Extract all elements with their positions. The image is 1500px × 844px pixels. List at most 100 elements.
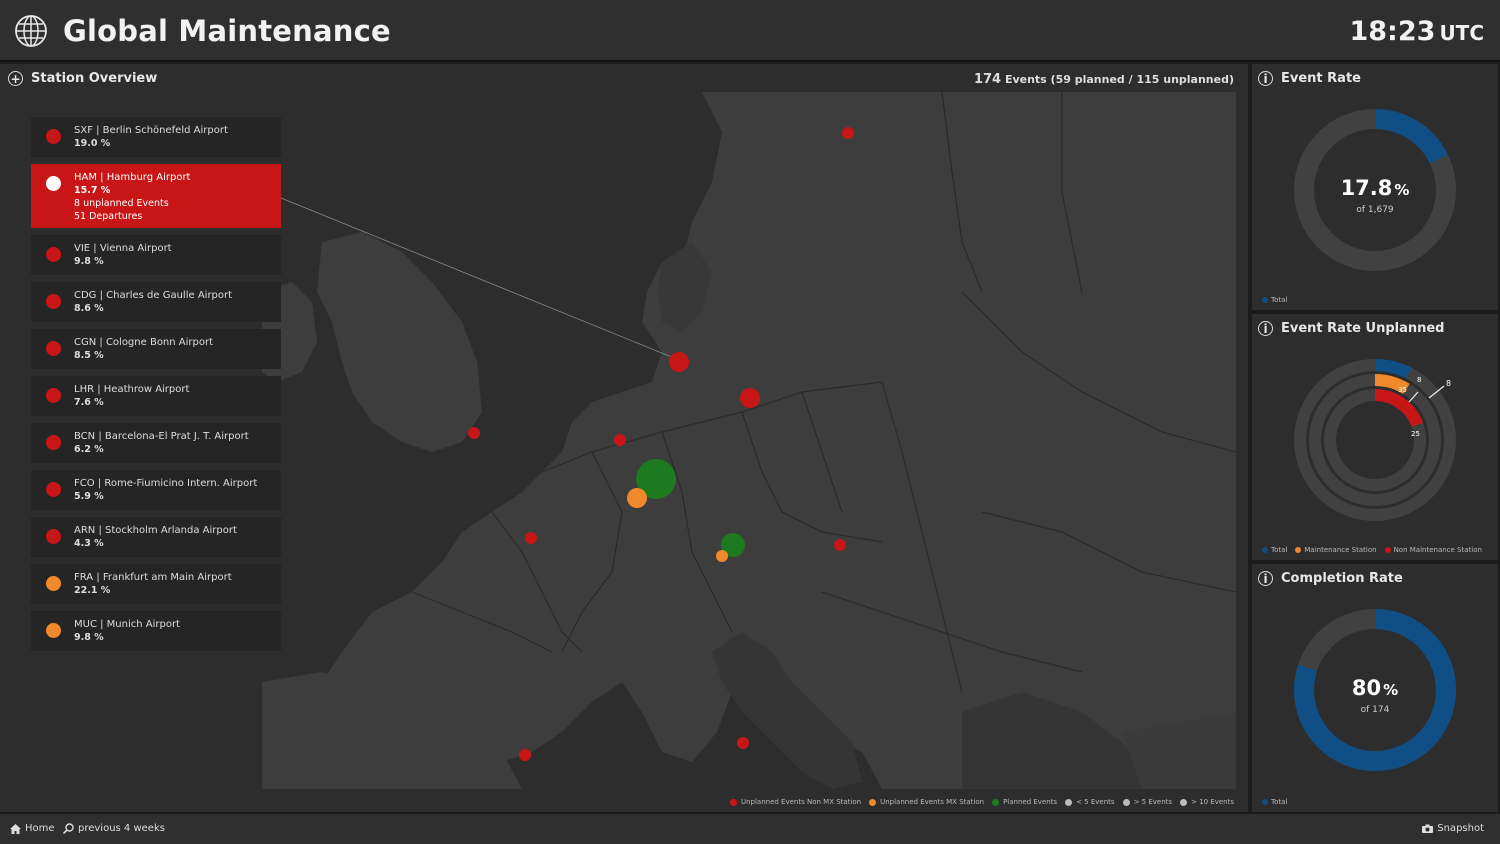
- station-item[interactable]: CDG | Charles de Gaulle Airport 8.6 %: [31, 282, 281, 322]
- station-name: ARN | Stockholm Arlanda Airport: [74, 525, 237, 536]
- station-item[interactable]: VIE | Vienna Airport 9.8 %: [31, 235, 281, 275]
- event-rate-number: 17.8: [1340, 176, 1393, 200]
- station-status-dot: [46, 388, 61, 403]
- legend-swatch: [1122, 798, 1130, 806]
- range-filter[interactable]: previous 4 weeks: [63, 823, 165, 834]
- marker-bcn: [519, 749, 531, 761]
- europe-map[interactable]: [262, 92, 1236, 789]
- station-percentage: 6.2 %: [74, 444, 104, 455]
- station-list: SXF | Berlin Schönefeld Airport 19.0 % HAM…: [31, 117, 281, 658]
- completion-rate-panel: i Completion Rate 80% of 174 Total: [1252, 564, 1498, 812]
- legend-swatch-total: [1262, 799, 1268, 805]
- search-icon: [63, 823, 74, 834]
- legend-label: Unplanned Events MX Station: [880, 798, 985, 806]
- camera-icon: [1422, 824, 1434, 833]
- legend-swatch: [729, 798, 737, 806]
- map-legend-item: < 5 Events: [1065, 798, 1115, 806]
- station-item[interactable]: LHR | Heathrow Airport 7.6 %: [31, 376, 281, 416]
- station-overview-title: Station Overview: [31, 71, 158, 86]
- station-item[interactable]: SXF | Berlin Schönefeld Airport 19.0 %: [31, 117, 281, 157]
- map-legend-item: Planned Events: [992, 798, 1057, 806]
- station-name: LHR | Heathrow Airport: [74, 384, 190, 395]
- completion-rate-title: Completion Rate: [1281, 571, 1403, 586]
- station-status-dot: [46, 482, 61, 497]
- station-status-dot: [46, 576, 61, 591]
- info-circle-icon[interactable]: i: [1258, 321, 1273, 336]
- station-item[interactable]: BCN | Barcelona-El Prat J. T. Airport 6.2…: [31, 423, 281, 463]
- event-rate-sub: of 1,679: [1356, 205, 1394, 215]
- station-status-dot: [46, 294, 61, 309]
- home-label: Home: [25, 823, 55, 834]
- event-rate-unit: %: [1394, 181, 1410, 199]
- station-status-dot: [46, 247, 61, 262]
- snapshot-button[interactable]: Snapshot: [1422, 823, 1484, 834]
- marker-cdg: [525, 532, 537, 544]
- station-status-dot: [46, 529, 61, 544]
- completion-rate-sub: of 174: [1360, 705, 1390, 715]
- clock-timezone: UTC: [1439, 21, 1484, 45]
- station-item[interactable]: FRA | Frankfurt am Main Airport 22.1 %: [31, 564, 281, 604]
- station-departures: 51 Departures: [74, 211, 143, 222]
- legend-swatch: [1180, 798, 1188, 806]
- station-name: HAM | Hamburg Airport: [74, 172, 191, 183]
- marker-sxf: [740, 388, 760, 408]
- event-rate-unplanned-panel: 8 35 25 8 i Event Rate Unplanned Total M…: [1252, 314, 1498, 560]
- legend-label: > 5 Events: [1133, 798, 1173, 806]
- clock-time: 18:23: [1349, 16, 1436, 47]
- marker-cgn: [614, 434, 626, 446]
- events-summary: 174 Events (59 planned / 115 unplanned): [974, 72, 1234, 87]
- station-status-dot: [46, 623, 61, 638]
- station-status-dot: [46, 176, 61, 191]
- marker-fra: [627, 488, 647, 508]
- marker-fco: [737, 737, 749, 749]
- completion-rate-number: 80: [1351, 676, 1382, 700]
- station-status-dot: [46, 341, 61, 356]
- legend-label: Planned Events: [1003, 798, 1058, 806]
- header-bar: Global Maintenance 18:23 UTC: [0, 0, 1500, 62]
- station-percentage: 4.3 %: [74, 538, 104, 549]
- station-item[interactable]: CGN | Cologne Bonn Airport 8.5 %: [31, 329, 281, 369]
- completion-rate-unit: %: [1383, 681, 1399, 699]
- marker-lhr: [468, 427, 480, 439]
- ring-label-total: 8: [1417, 376, 1421, 384]
- info-circle-icon[interactable]: i: [1258, 571, 1273, 586]
- station-percentage: 9.8 %: [74, 256, 104, 267]
- station-name: VIE | Vienna Airport: [74, 243, 172, 254]
- home-link[interactable]: Home: [10, 823, 55, 834]
- footer-bar: Home previous 4 weeks Snapshot: [0, 814, 1500, 844]
- event-rate-value: 17.8%: [1252, 176, 1498, 200]
- station-name: MUC | Munich Airport: [74, 619, 180, 630]
- station-item[interactable]: FCO | Rome-Fiumicino Intern. Airport 5.9 …: [31, 470, 281, 510]
- legend-maintenance-label: Maintenance Station: [1304, 546, 1377, 554]
- legend-label: < 5 Events: [1076, 798, 1115, 806]
- map-legend: Unplanned Events Non MX Station Unplanned…: [729, 798, 1234, 806]
- completion-rate-value: 80%: [1252, 676, 1498, 700]
- station-name: FRA | Frankfurt am Main Airport: [74, 572, 232, 583]
- station-percentage: 22.1 %: [74, 585, 111, 596]
- events-detail: Events (59 planned / 115 unplanned): [1004, 73, 1234, 86]
- station-item[interactable]: HAM | Hamburg Airport 15.7 % 8 unplanned E…: [31, 164, 281, 228]
- station-percentage: 5.9 %: [74, 491, 104, 502]
- globe-icon: [15, 15, 47, 47]
- legend-total-label: Total: [1271, 798, 1288, 806]
- event-rate-panel: i Event Rate 17.8% of 1,679 Total: [1252, 64, 1498, 310]
- legend-total-label: Total: [1271, 546, 1288, 554]
- completion-rate-title-row: i Completion Rate: [1258, 571, 1403, 586]
- map-legend-item: > 5 Events: [1122, 798, 1173, 806]
- map-legend-item: Unplanned Events Non MX Station: [729, 798, 861, 806]
- plus-circle-icon[interactable]: +: [8, 71, 23, 86]
- station-item[interactable]: MUC | Munich Airport 9.8 %: [31, 611, 281, 651]
- station-name: CGN | Cologne Bonn Airport: [74, 337, 214, 348]
- station-percentage: 8.6 %: [74, 303, 104, 314]
- station-item[interactable]: ARN | Stockholm Arlanda Airport 4.3 %: [31, 517, 281, 557]
- event-rate-title: Event Rate: [1281, 71, 1361, 86]
- station-percentage: 8.5 %: [74, 350, 104, 361]
- info-circle-icon[interactable]: i: [1258, 71, 1273, 86]
- marker-arn: [842, 127, 854, 139]
- station-status-dot: [46, 129, 61, 144]
- station-percentage: 7.6 %: [74, 397, 104, 408]
- legend-swatch: [992, 798, 1000, 806]
- ring-label-non-maintenance: 25: [1411, 430, 1420, 438]
- event-rate-legend: Total: [1262, 296, 1287, 304]
- legend-swatch-maintenance: [1295, 547, 1302, 553]
